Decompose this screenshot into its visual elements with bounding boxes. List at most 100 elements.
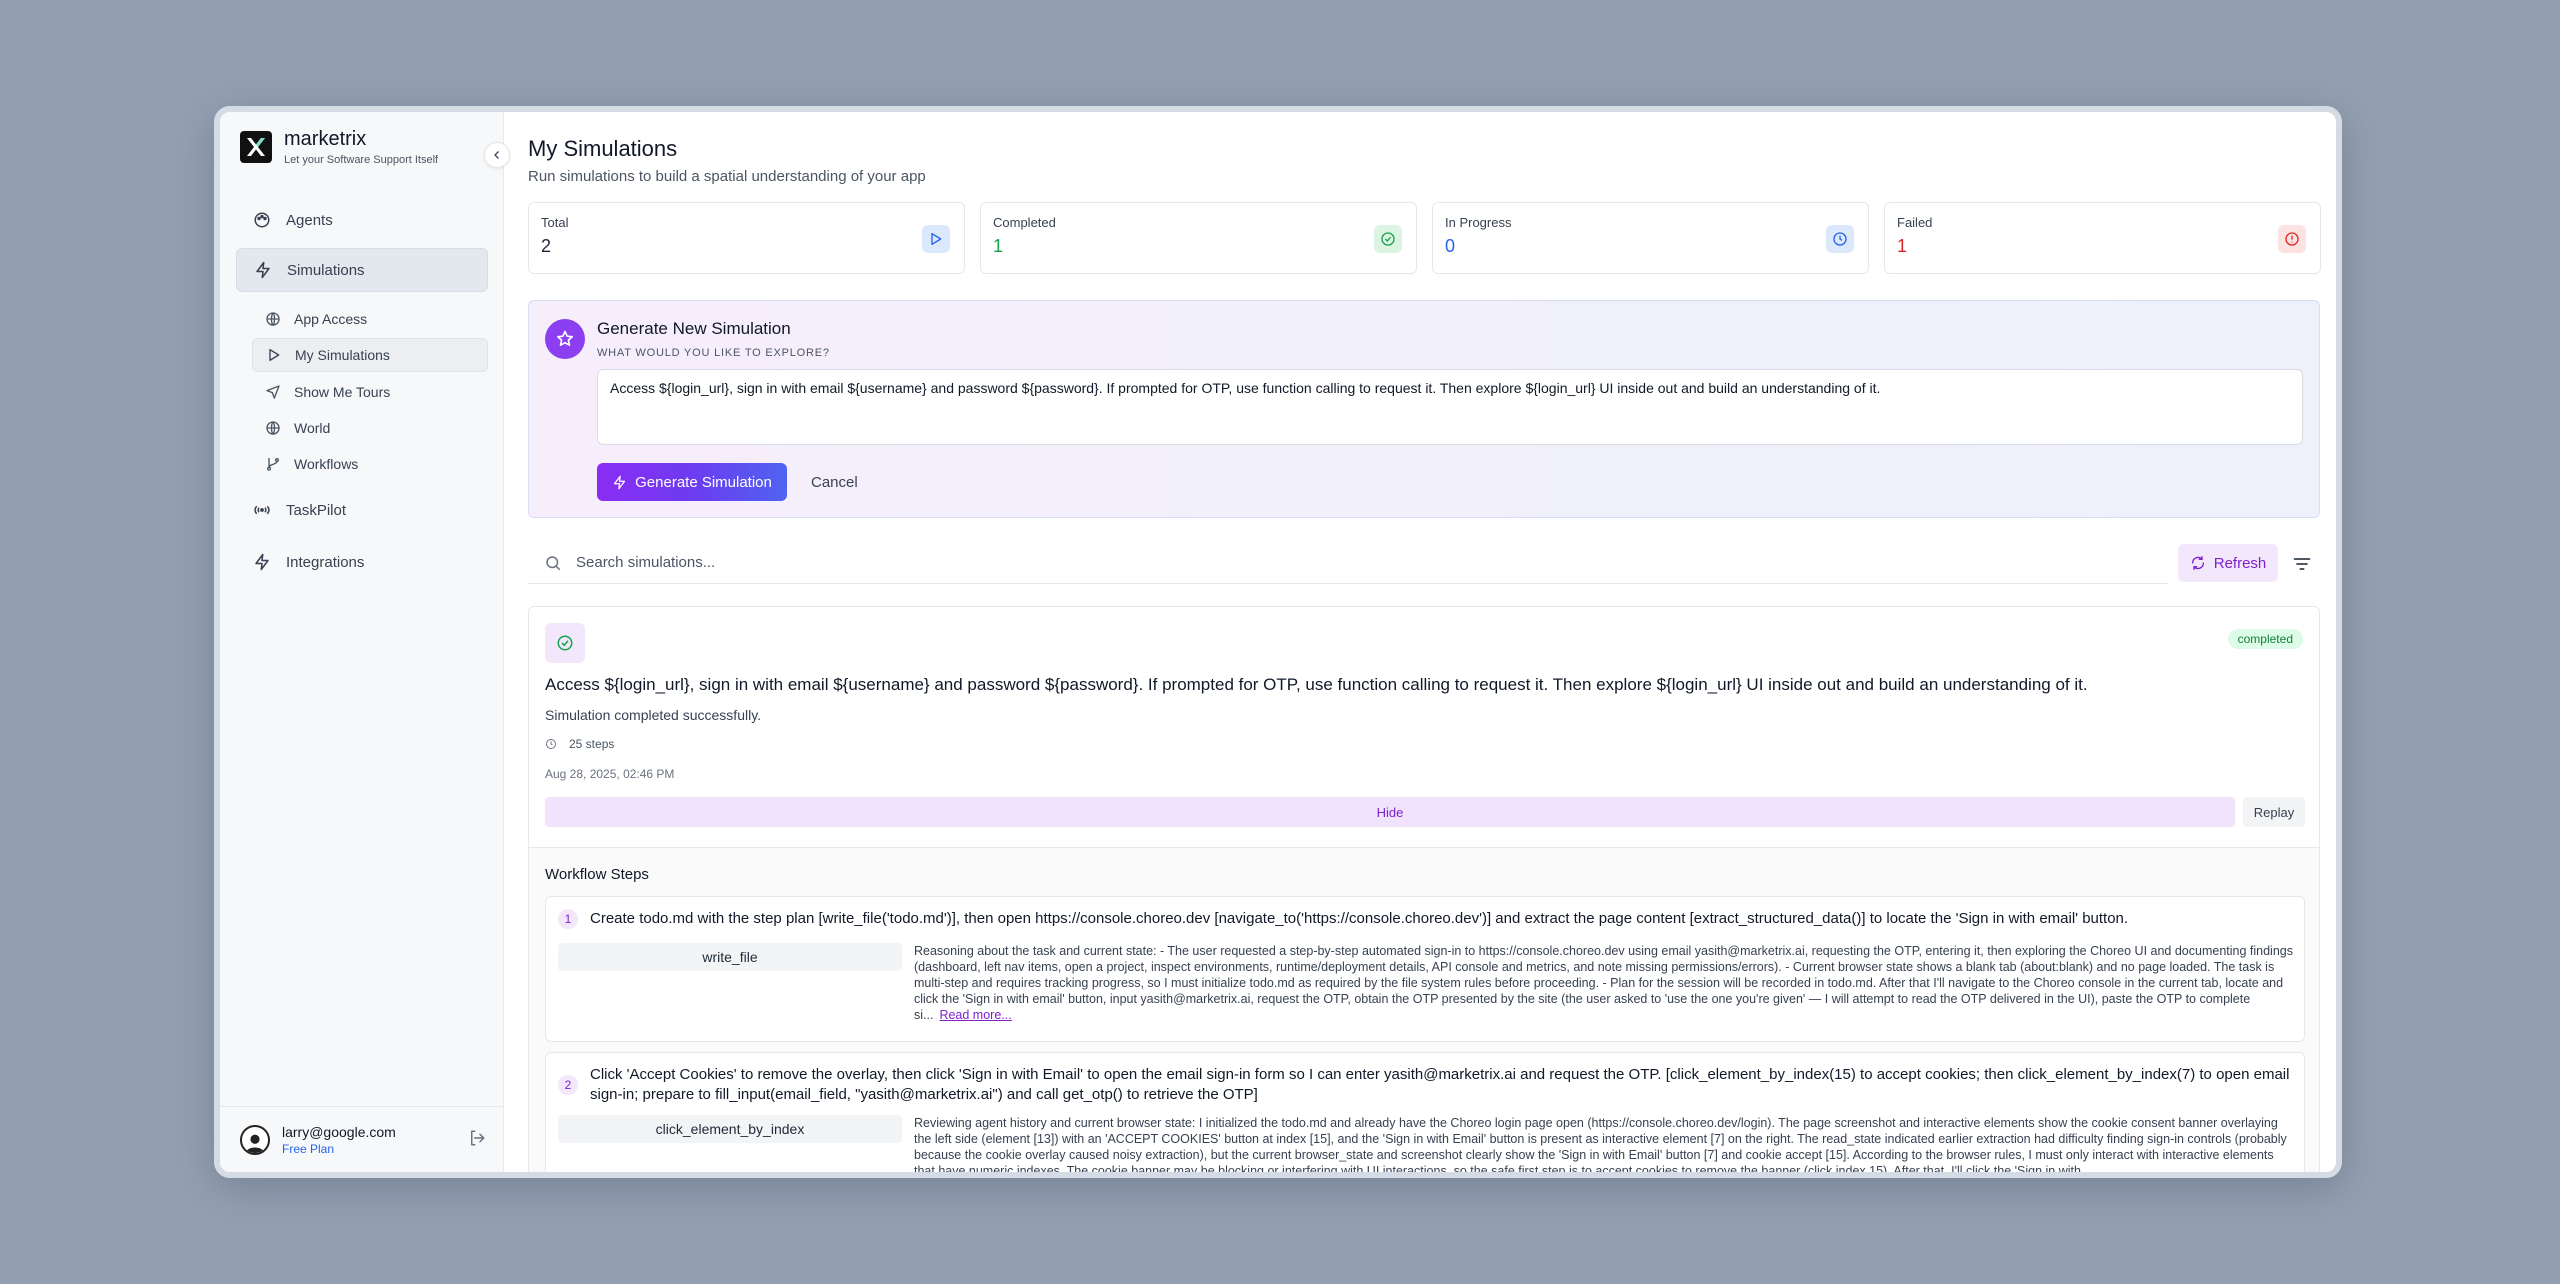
alert-circle-icon: [2278, 225, 2306, 253]
star-icon: [545, 319, 585, 359]
tool-name: write_file: [558, 943, 902, 971]
workflow-steps-section: Workflow Steps 1 Create todo.md with the…: [529, 847, 2319, 1172]
globe-icon: [264, 310, 282, 328]
step-reasoning: Reasoning about the task and current sta…: [914, 943, 2294, 1023]
sidebar-item-taskpilot[interactable]: TaskPilot: [236, 488, 488, 532]
play-icon: [265, 346, 283, 364]
sidebar-item-simulations[interactable]: Simulations: [236, 248, 488, 292]
steps-count: 25 steps: [569, 737, 615, 751]
simulation-prompt: Access ${login_url}, sign in with email …: [545, 675, 2088, 694]
stat-value: 1: [1897, 236, 1908, 256]
main-content: My Simulations Run simulations to build …: [504, 112, 2336, 1172]
git-branch-icon: [264, 455, 282, 473]
sidebar-subitem-show-me-tours[interactable]: Show Me Tours: [252, 375, 488, 409]
step-description: Create todo.md with the step plan [write…: [590, 910, 2129, 927]
read-more-link[interactable]: Read more...: [939, 1008, 1011, 1022]
stat-value: 2: [541, 236, 552, 256]
sidebar-subitem-workflows[interactable]: Workflows: [252, 447, 488, 481]
simulation-steps: 25 steps: [545, 737, 614, 751]
refresh-button[interactable]: Refresh: [2178, 544, 2278, 582]
filter-icon[interactable]: [2290, 552, 2314, 576]
generate-title: Generate New Simulation: [597, 319, 791, 338]
sidebar-subitem-my-simulations[interactable]: My Simulations: [252, 338, 488, 372]
cancel-button[interactable]: Cancel: [803, 463, 866, 501]
marketrix-logo-icon: [240, 131, 272, 163]
stat-card-in-progress: In Progress 0: [1432, 202, 1869, 274]
sidebar-item-label: Integrations: [286, 553, 365, 571]
page-title: My Simulations: [528, 136, 678, 161]
replay-button[interactable]: Replay: [2243, 797, 2305, 827]
user-profile: larry@google.com Free Plan: [220, 1106, 504, 1172]
collapse-sidebar-button[interactable]: [484, 142, 510, 168]
palette-icon: [252, 210, 272, 230]
stat-card-failed: Failed 1: [1884, 202, 2321, 274]
sidebar-subitem-label: Workflows: [294, 456, 359, 472]
workflow-title: Workflow Steps: [545, 866, 649, 883]
zap-icon: [612, 475, 627, 490]
sidebar-subitem-app-access[interactable]: App Access: [252, 302, 488, 336]
zap-icon: [252, 552, 272, 572]
user-plan: Free Plan: [282, 1141, 335, 1156]
send-icon: [264, 383, 282, 401]
hide-button[interactable]: Hide: [545, 797, 2235, 827]
sidebar-subitem-world[interactable]: World: [252, 411, 488, 445]
search-bar: [528, 542, 2168, 584]
stat-value: 1: [993, 236, 1004, 256]
sidebar-item-label: Simulations: [287, 261, 365, 279]
avatar[interactable]: [240, 1124, 270, 1155]
simulation-card: completed Access ${login_url}, sign in w…: [528, 606, 2320, 1172]
stat-value: 0: [1445, 236, 1456, 256]
simulation-date: Aug 28, 2025, 02:46 PM: [545, 767, 675, 781]
check-circle-icon: [545, 623, 585, 663]
sidebar-subitem-label: World: [294, 420, 331, 436]
clock-icon: [1826, 225, 1854, 253]
user-email: larry@google.com: [282, 1123, 396, 1140]
generate-simulation-panel: Generate New Simulation WHAT WOULD YOU L…: [528, 300, 2320, 518]
search-input[interactable]: [576, 554, 2076, 571]
sidebar-item-label: TaskPilot: [286, 501, 347, 519]
check-circle-icon: [1374, 225, 1402, 253]
sidebar-item-label: Agents: [286, 211, 333, 229]
step-number: 1: [558, 909, 578, 929]
page-subtitle: Run simulations to build a spatial under…: [528, 168, 926, 185]
search-icon: [544, 554, 562, 572]
app-window: marketrix Let your Software Support Itse…: [214, 106, 2342, 1178]
simulation-prompt-textarea[interactable]: Access ${login_url}, sign in with email …: [597, 369, 2303, 445]
workflow-step: 2 Click 'Accept Cookies' to remove the o…: [545, 1052, 2305, 1172]
sidebar-subitem-label: Show Me Tours: [294, 384, 391, 400]
sidebar-subitem-label: App Access: [294, 311, 368, 327]
step-number: 2: [558, 1075, 578, 1095]
sidebar-item-integrations[interactable]: Integrations: [236, 540, 488, 584]
zap-icon: [253, 260, 273, 280]
reasoning-text: Reviewing agent history and current brow…: [914, 1116, 2287, 1172]
refresh-label: Refresh: [2213, 554, 2267, 572]
refresh-icon: [2190, 555, 2206, 571]
simulation-message: Simulation completed successfully.: [545, 707, 762, 723]
tool-name: click_element_by_index: [558, 1115, 902, 1143]
sidebar: marketrix Let your Software Support Itse…: [220, 112, 504, 1172]
chevron-left-icon: [491, 149, 503, 161]
workflow-step: 1 Create todo.md with the step plan [wri…: [545, 896, 2305, 1042]
play-icon: [922, 225, 950, 253]
wave-icon: [252, 500, 272, 520]
brand[interactable]: marketrix Let your Software Support Itse…: [240, 128, 438, 166]
step-description: Click 'Accept Cookies' to remove the ove…: [590, 1066, 2290, 1103]
generate-question: WHAT WOULD YOU LIKE TO EXPLORE?: [597, 347, 830, 359]
stat-card-completed: Completed 1: [980, 202, 1417, 274]
brand-name: marketrix: [284, 128, 367, 150]
sidebar-item-agents[interactable]: Agents: [236, 198, 488, 242]
generate-simulation-button[interactable]: Generate Simulation: [597, 463, 787, 501]
logout-icon[interactable]: [468, 1129, 486, 1152]
brand-tagline: Let your Software Support Itself: [284, 154, 439, 166]
stat-label: Total: [541, 215, 569, 230]
stat-card-total: Total 2: [528, 202, 965, 274]
generate-button-label: Generate Simulation: [635, 473, 772, 491]
clock-icon: [545, 738, 557, 750]
sidebar-subitem-label: My Simulations: [295, 347, 390, 363]
step-reasoning: Reviewing agent history and current brow…: [914, 1115, 2294, 1172]
stat-label: Failed: [1897, 215, 1933, 230]
stat-label: Completed: [993, 215, 1056, 230]
status-badge: completed: [2227, 629, 2303, 649]
globe-icon: [264, 419, 282, 437]
stat-label: In Progress: [1445, 215, 1512, 230]
